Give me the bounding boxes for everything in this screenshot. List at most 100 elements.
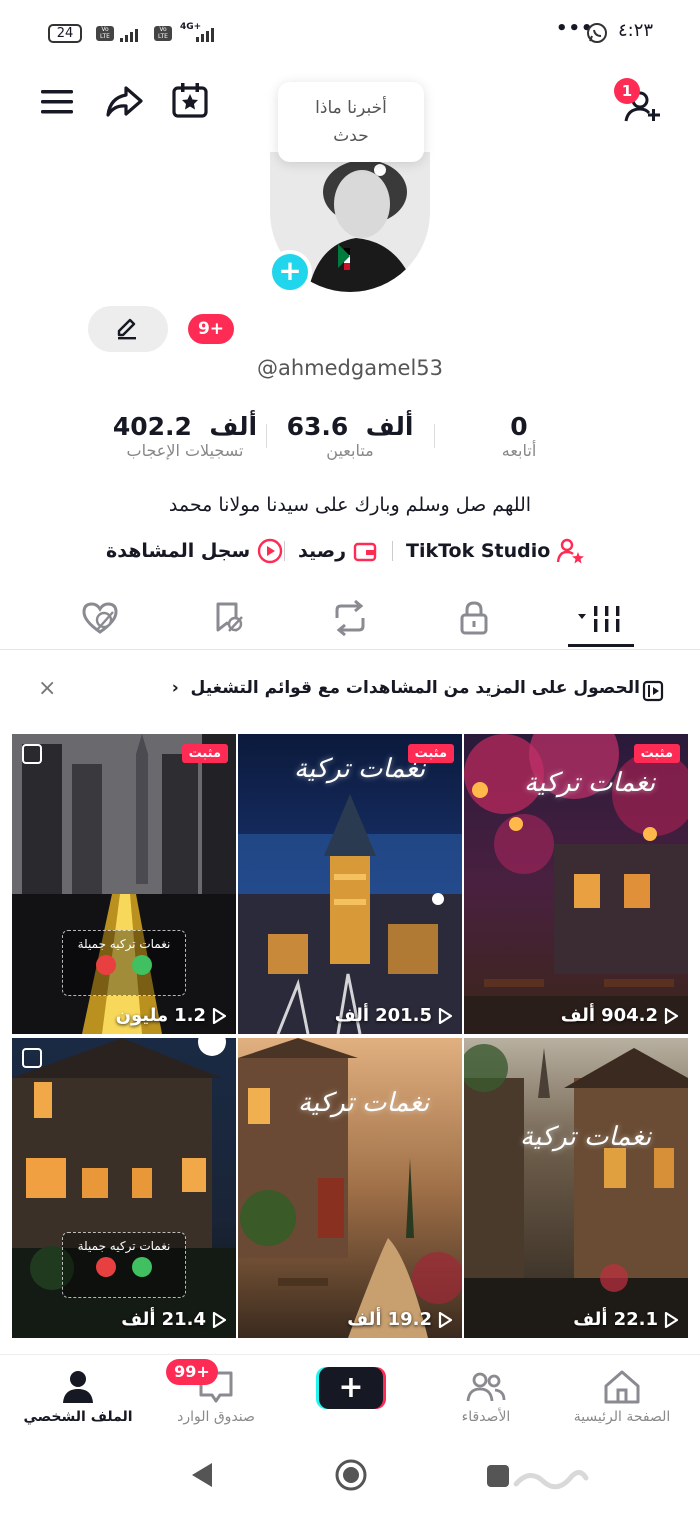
nav-friends[interactable]: الأصدقاء	[416, 1355, 556, 1439]
volte-icon: Vo LTE	[96, 26, 114, 41]
play-icon	[438, 1007, 452, 1024]
tooltip-line-2: حدث	[333, 126, 369, 146]
video-thumbnail	[238, 1038, 462, 1338]
likes-label: تسجيلات الإعجاب	[126, 441, 244, 460]
video-caption: نغمات تركية	[298, 1088, 430, 1118]
stat-divider	[266, 424, 267, 448]
view-count: مليون 1.2	[116, 1005, 226, 1026]
followers-count: 63.6	[286, 412, 349, 441]
video-thumbnail	[464, 1038, 688, 1338]
add-avatar-button[interactable]: +	[268, 250, 312, 294]
nav-inbox-label: صندوق الوارد	[177, 1409, 255, 1425]
grid-icon	[578, 606, 623, 632]
video-tile[interactable]: نغمات تركية ألف 22.1	[464, 1038, 688, 1338]
followers-label: متابعين	[326, 441, 374, 460]
tab-reposts[interactable]	[320, 590, 380, 646]
followers-unit: ألف	[365, 412, 414, 441]
create-button[interactable]: +	[316, 1363, 386, 1411]
likes-stat[interactable]: ألف 402.2 تسجيلات الإعجاب	[100, 412, 270, 460]
tab-videos[interactable]	[566, 590, 636, 646]
call-card-text: نغمات تركيه جميلة	[77, 1239, 171, 1253]
nav-profile-label: الملف الشخصي	[23, 1409, 133, 1425]
play-circle-icon	[257, 538, 283, 564]
call-card-text: نغمات تركيه جميلة	[77, 937, 171, 951]
likes-unit: ألف	[209, 412, 258, 441]
wallet-icon	[353, 542, 377, 562]
tab-private[interactable]	[444, 590, 504, 646]
balance-label: رصيد	[298, 540, 347, 562]
system-navigation	[0, 1438, 700, 1514]
multi-image-icon	[22, 744, 42, 764]
video-grid: نغمات تركية مثبت ألف 904.2 نغمات تركية مث…	[12, 734, 688, 1352]
view-count: ألف 21.4	[121, 1309, 226, 1330]
clock: ٤:٢٣	[618, 20, 654, 41]
watch-history-label: سجل المشاهدة	[106, 540, 251, 562]
watch-history-link[interactable]: سجل المشاهدة	[106, 536, 284, 566]
repost-icon	[335, 600, 365, 636]
balance-link[interactable]: رصيد	[298, 536, 378, 566]
view-count: ألف 201.5	[335, 1005, 452, 1026]
nav-inbox[interactable]: صندوق الوارد 99+	[146, 1355, 286, 1439]
nav-home[interactable]: الصفحة الرئيسية	[552, 1355, 692, 1439]
video-caption: نغمات تركية	[520, 1122, 652, 1152]
call-buttons-icon	[96, 1257, 152, 1277]
tiktok-studio-link[interactable]: TikTok Studio	[406, 536, 586, 566]
nav-friends-label: الأصدقاء	[461, 1409, 511, 1425]
tab-favorites[interactable]	[198, 590, 258, 646]
view-count: ألف 904.2	[561, 1005, 678, 1026]
lock-icon	[460, 601, 488, 635]
inbox-badge: 99+	[166, 1359, 218, 1385]
play-icon	[212, 1311, 226, 1328]
multi-image-icon	[22, 1048, 42, 1068]
nav-home-label: الصفحة الرئيسية	[573, 1409, 671, 1425]
active-tab-indicator	[568, 644, 634, 647]
close-icon[interactable]: ×	[38, 676, 56, 701]
followers-stat[interactable]: ألف 63.6 متابعين	[272, 412, 428, 460]
whatsapp-icon	[586, 22, 608, 44]
tiktok-studio-label: TikTok Studio	[406, 540, 551, 562]
status-tooltip[interactable]: أخبرنا ماذا حدث	[278, 82, 424, 162]
plus-icon: +	[319, 1367, 383, 1409]
tab-liked[interactable]	[70, 590, 130, 646]
recents-icon[interactable]	[484, 1462, 512, 1490]
play-icon	[664, 1311, 678, 1328]
following-stat[interactable]: 0 أتابعه	[460, 412, 578, 460]
playlist-banner-text: الحصول على المزيد من المشاهدات مع قوائم …	[171, 678, 640, 698]
profile-bio: اللهم صل وسلم وبارك على سيدنا مولانا محم…	[168, 494, 532, 516]
video-caption: نغمات تركية	[294, 754, 426, 784]
video-tile[interactable]: نغمات تركيه جميلة ألف 21.4	[12, 1038, 236, 1338]
bottom-navigation: الصفحة الرئيسية الأصدقاء + صندوق الوارد …	[0, 1354, 700, 1438]
home-button-icon[interactable]	[334, 1458, 368, 1492]
view-count: ألف 22.1	[573, 1309, 678, 1330]
back-icon[interactable]	[188, 1460, 216, 1490]
username: @ahmedgamel53	[256, 356, 444, 380]
video-tile[interactable]: نغمات تركية مثبت ألف 904.2	[464, 734, 688, 1034]
menu-icon[interactable]	[38, 82, 78, 122]
call-buttons-icon	[96, 955, 152, 975]
profile-icon	[63, 1371, 93, 1403]
profile-views-badge[interactable]: 9+	[188, 314, 234, 344]
pinned-badge: مثبت	[407, 744, 454, 763]
volte-icon-2: Vo LTE	[154, 26, 172, 41]
following-count: 0	[510, 412, 528, 441]
nav-profile[interactable]: الملف الشخصي	[8, 1355, 148, 1439]
edit-profile-button[interactable]	[88, 306, 168, 352]
call-card: نغمات تركيه جميلة	[62, 1232, 186, 1298]
view-count: ألف 19.2	[347, 1309, 452, 1330]
playlist-icon	[642, 680, 664, 702]
share-icon[interactable]	[104, 82, 144, 122]
creator-user-icon	[557, 538, 585, 564]
likes-count: 402.2	[112, 412, 192, 441]
video-tile[interactable]: نغمات تركية ألف 19.2	[238, 1038, 462, 1338]
following-label: أتابعه	[501, 441, 537, 460]
call-card: نغمات تركيه جميلة	[62, 930, 186, 996]
hidden-heart-icon	[82, 602, 118, 634]
watermark-logo	[510, 1464, 590, 1494]
video-tile[interactable]: نغمات تركيه جميلة مثبت مليون 1.2	[12, 734, 236, 1034]
signal-icon-2	[196, 26, 214, 42]
video-tile[interactable]: نغمات تركية مثبت ألف 201.5	[238, 734, 462, 1034]
add-friends-button[interactable]: 1	[614, 78, 666, 124]
playlist-banner[interactable]: × الحصول على المزيد من المشاهدات مع قوائ…	[12, 656, 688, 726]
favorites-calendar-icon[interactable]	[170, 80, 210, 120]
play-icon	[438, 1311, 452, 1328]
